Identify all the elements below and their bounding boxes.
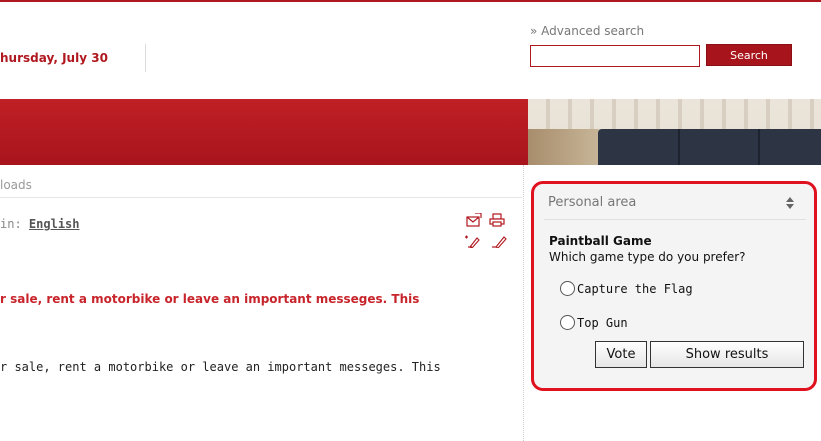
print-icon[interactable]: [489, 213, 505, 227]
current-date: hursday, July 30: [0, 51, 108, 65]
vote-button[interactable]: Vote: [595, 341, 647, 368]
add-note-icon[interactable]: [464, 234, 480, 248]
advanced-search-link[interactable]: » Advanced search: [530, 24, 644, 38]
show-results-button[interactable]: Show results: [650, 341, 804, 368]
radio-button[interactable]: [560, 315, 575, 330]
language-link[interactable]: English: [29, 217, 80, 231]
language-row: in: English: [0, 217, 80, 231]
article-intro-bold: r sale, rent a motorbike or leave an imp…: [0, 292, 420, 306]
personal-area-panel: Personal area Paintball Game Which game …: [531, 181, 817, 391]
header-banner: [0, 99, 528, 165]
header-photo: [528, 99, 821, 165]
sort-updown-icon[interactable]: [785, 196, 795, 210]
breadcrumb-divider: [0, 197, 522, 198]
date-divider: [145, 44, 146, 72]
search-input[interactable]: [530, 45, 700, 67]
poll-option-top-gun[interactable]: Top Gun: [560, 315, 628, 330]
search-button[interactable]: Search: [706, 44, 792, 66]
top-accent-line: [0, 0, 821, 2]
personal-area-divider: [544, 219, 806, 220]
poll-option-label: Top Gun: [577, 315, 628, 330]
article-intro-text: r sale, rent a motorbike or leave an imp…: [0, 360, 441, 374]
poll-question: Which game type do you prefer?: [549, 250, 746, 264]
poll-title: Paintball Game: [549, 234, 652, 248]
edit-icon[interactable]: [491, 234, 507, 248]
column-divider: [523, 165, 524, 441]
breadcrumb: loads: [0, 178, 32, 192]
radio-button[interactable]: [560, 281, 575, 296]
email-icon[interactable]: [466, 213, 482, 227]
language-label: in:: [0, 217, 22, 231]
personal-area-title: Personal area: [548, 195, 637, 210]
poll-option-label: Capture the Flag: [577, 281, 693, 296]
poll-option-capture-the-flag[interactable]: Capture the Flag: [560, 281, 693, 296]
